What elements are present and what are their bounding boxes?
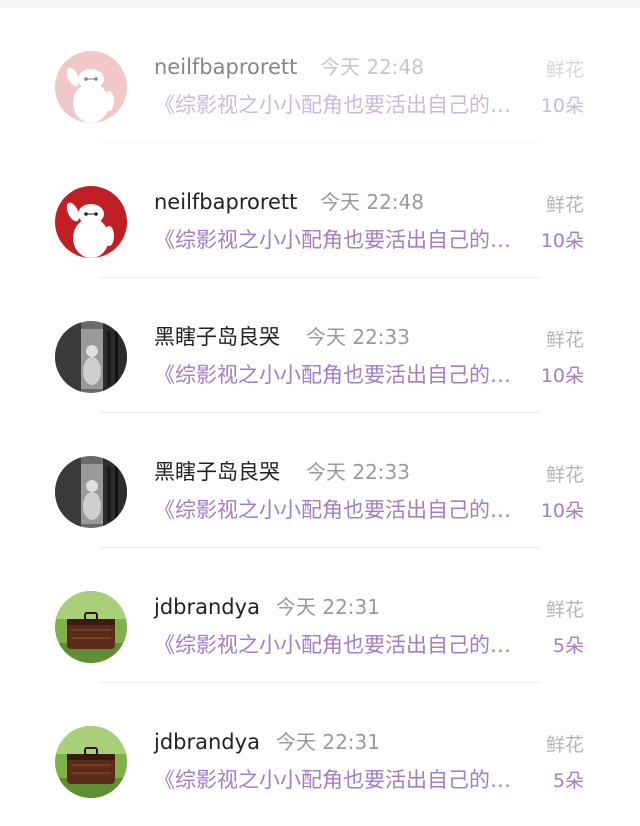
timestamp: 今天 22:48 [320,190,424,214]
gift-type-label: 鲜花 [545,464,584,486]
user-name[interactable]: neilfbaprorett [154,52,297,82]
gift-count: 10朵 [540,230,584,252]
book-title-link[interactable]: 《综影视之小小配角也要活出自己的… [154,630,534,660]
timestamp: 今天 22:33 [306,460,410,484]
list-item[interactable]: neilfbaprorett 今天 22:48 《综影视之小小配角也要活出自己的… [0,8,640,143]
gift-type-label: 鲜花 [545,329,584,351]
timestamp: 今天 22:48 [320,55,424,79]
book-title-link[interactable]: 《综影视之小小配角也要活出自己的… [154,360,534,390]
gift-type-label: 鲜花 [545,194,584,216]
baymax-avatar-icon[interactable] [55,186,127,258]
gift-type-label: 鲜花 [545,599,584,621]
gift-count: 10朵 [540,95,584,117]
suitcase-on-grass-avatar-icon[interactable] [55,726,127,798]
list-item[interactable]: jdbrandya 今天 22:31 《综影视之小小配角也要活出自己的… 鲜花 … [0,548,640,683]
user-name[interactable]: neilfbaprorett [154,187,297,217]
suitcase-on-grass-avatar-icon[interactable] [55,591,127,663]
book-title-link[interactable]: 《综影视之小小配角也要活出自己的… [154,90,534,120]
gift-type-label: 鲜花 [545,734,584,756]
gift-count: 10朵 [540,365,584,387]
flower-gift-list: neilfbaprorett 今天 22:48 《综影视之小小配角也要活出自己的… [0,8,640,818]
book-title-link[interactable]: 《综影视之小小配角也要活出自己的… [154,765,534,795]
grayscale-photo-avatar-icon[interactable] [55,456,127,528]
list-item[interactable]: 黑瞎子岛良哭 今天 22:33 《综影视之小小配角也要活出自己的… 鲜花 10朵 [0,278,640,413]
timestamp: 今天 22:31 [276,595,380,619]
list-item[interactable]: jdbrandya 今天 22:31 《综影视之小小配角也要活出自己的… 鲜花 … [0,683,640,818]
book-title-link[interactable]: 《综影视之小小配角也要活出自己的… [154,225,534,255]
gift-count: 10朵 [540,500,584,522]
list-item[interactable]: neilfbaprorett 今天 22:48 《综影视之小小配角也要活出自己的… [0,143,640,278]
user-name[interactable]: jdbrandya [154,727,260,757]
user-name[interactable]: jdbrandya [154,592,260,622]
user-name[interactable]: 黑瞎子岛良哭 [154,457,280,487]
timestamp: 今天 22:31 [276,730,380,754]
timestamp: 今天 22:33 [306,325,410,349]
book-title-link[interactable]: 《综影视之小小配角也要活出自己的… [154,495,534,525]
gift-count: 5朵 [552,770,584,792]
gift-count: 5朵 [552,635,584,657]
top-bar [0,0,640,8]
user-name[interactable]: 黑瞎子岛良哭 [154,322,280,352]
baymax-avatar-icon[interactable] [55,51,127,123]
page: neilfbaprorett 今天 22:48 《综影视之小小配角也要活出自己的… [0,0,640,826]
gift-type-label: 鲜花 [545,59,584,81]
grayscale-photo-avatar-icon[interactable] [55,321,127,393]
list-item[interactable]: 黑瞎子岛良哭 今天 22:33 《综影视之小小配角也要活出自己的… 鲜花 10朵 [0,413,640,548]
